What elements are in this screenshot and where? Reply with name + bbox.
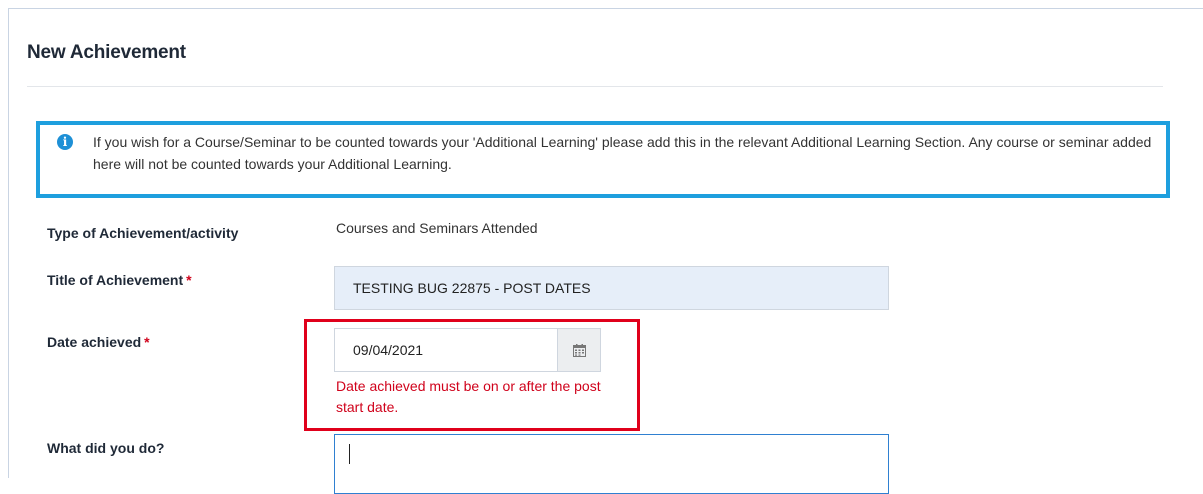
type-of-achievement-label: Type of Achievement/activity: [47, 225, 238, 241]
title-divider: [27, 86, 1163, 87]
info-alert: i If you wish for a Course/Seminar to be…: [36, 121, 1170, 198]
what-did-you-do-label-text: What did you do?: [47, 440, 165, 456]
date-achieved-input[interactable]: 09/04/2021: [334, 328, 558, 372]
type-of-achievement-label-text: Type of Achievement/activity: [47, 225, 239, 241]
calendar-button[interactable]: [557, 328, 601, 372]
text-caret: [349, 444, 350, 464]
calendar-icon: [573, 344, 586, 357]
required-marker: *: [186, 272, 192, 288]
title-of-achievement-input[interactable]: TESTING BUG 22875 - POST DATES: [334, 266, 889, 310]
date-achieved-error: Date achieved must be on or after the po…: [336, 378, 601, 415]
title-of-achievement-label-text: Title of Achievement: [47, 272, 184, 288]
date-achieved-label: Date achieved *: [47, 334, 150, 350]
title-of-achievement-label: Title of Achievement *: [47, 272, 192, 288]
what-did-you-do-label: What did you do?: [47, 440, 164, 456]
type-of-achievement-value: Courses and Seminars Attended: [336, 220, 538, 236]
what-did-you-do-textarea[interactable]: [334, 434, 889, 494]
required-marker: *: [144, 334, 150, 350]
info-icon: i: [57, 134, 73, 150]
page-title: New Achievement: [27, 42, 186, 63]
date-achieved-label-text: Date achieved: [47, 334, 142, 350]
info-alert-text: If you wish for a Course/Seminar to be c…: [93, 134, 1152, 172]
